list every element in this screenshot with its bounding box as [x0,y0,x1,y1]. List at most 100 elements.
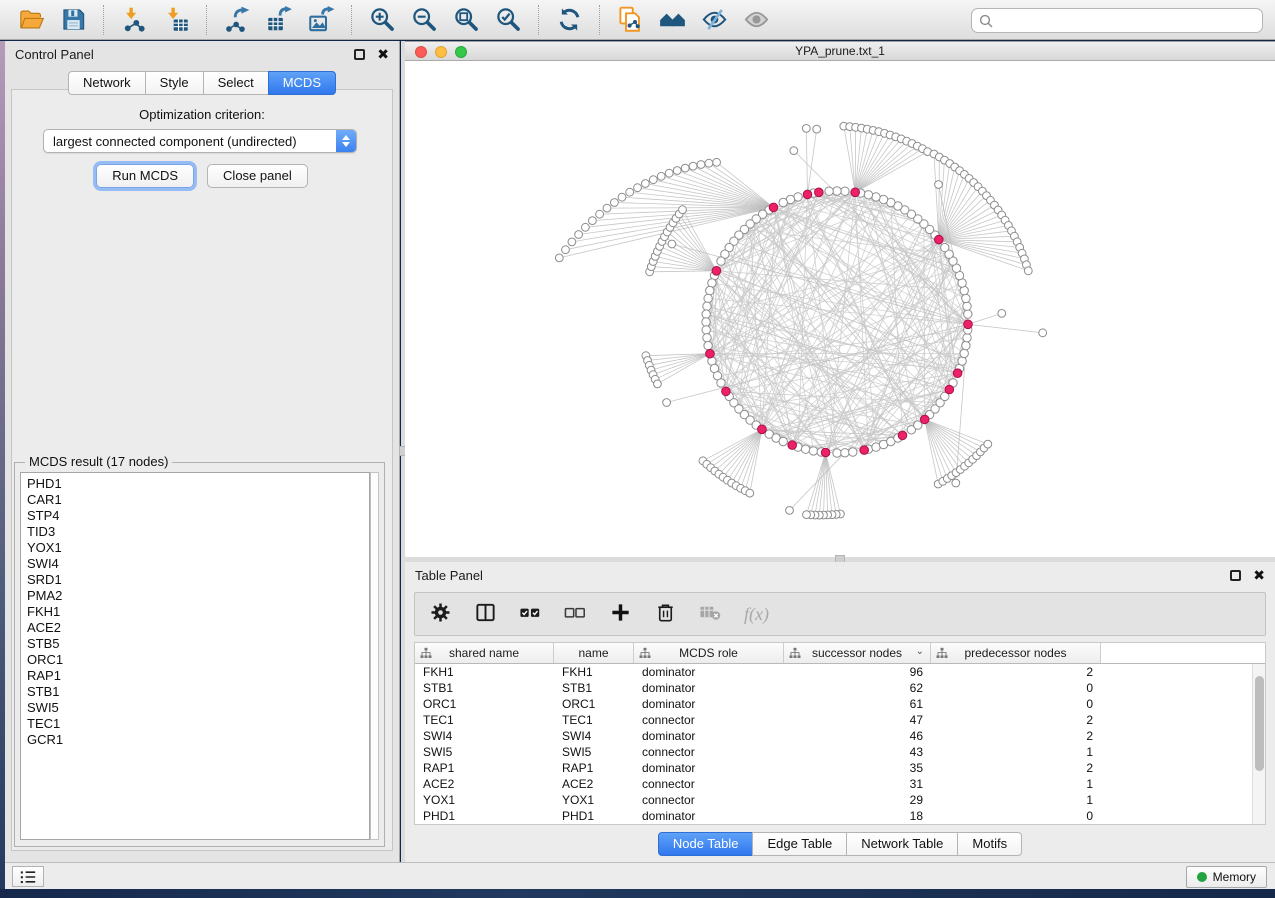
network-canvas[interactable] [405,62,1275,557]
cell-predecessor-nodes[interactable]: 1 [931,792,1101,808]
cell-successor-nodes[interactable]: 18 [784,808,931,824]
cell-successor-nodes[interactable]: 31 [784,776,931,792]
cell-shared-name[interactable]: ACE2 [415,776,554,792]
mcds-result-item[interactable]: SWI4 [27,556,369,572]
export-table-button[interactable] [258,3,300,37]
column-layout-button[interactable] [474,601,497,627]
zoom-selected-button[interactable] [487,3,529,37]
zoom-in-button[interactable] [361,3,403,37]
cell-predecessor-nodes[interactable]: 1 [931,776,1101,792]
search-box[interactable] [971,8,1263,33]
search-input[interactable] [998,13,1255,28]
settings-button[interactable] [429,601,452,627]
cell-shared-name[interactable]: FKH1 [415,664,554,680]
criterion-select[interactable]: largest connected component (undirected) [43,129,357,153]
close-window-icon[interactable] [415,46,427,58]
mcds-result-item[interactable]: YOX1 [27,540,369,556]
cell-name[interactable]: ORC1 [554,696,634,712]
mcds-result-item[interactable]: CAR1 [27,492,369,508]
task-history-button[interactable] [12,866,44,887]
cell-predecessor-nodes[interactable]: 0 [931,696,1101,712]
table-row[interactable]: RAP1RAP1dominator352 [415,760,1265,776]
table-row[interactable]: FKH1FKH1dominator962 [415,664,1265,680]
cell-mcds-role[interactable]: dominator [634,680,784,696]
cell-name[interactable]: TEC1 [554,712,634,728]
import-table-button[interactable] [155,3,197,37]
first-neighbors-button[interactable] [651,3,693,37]
table-row[interactable]: ORC1ORC1dominator610 [415,696,1265,712]
mcds-result-item[interactable]: TID3 [27,524,369,540]
minimize-window-icon[interactable] [435,46,447,58]
cell-predecessor-nodes[interactable]: 2 [931,712,1101,728]
cell-shared-name[interactable]: SWI4 [415,728,554,744]
cell-successor-nodes[interactable]: 29 [784,792,931,808]
table-row[interactable]: ACE2ACE2connector311 [415,776,1265,792]
cell-predecessor-nodes[interactable]: 2 [931,664,1101,680]
deselect-all-button[interactable] [564,601,587,627]
cell-mcds-role[interactable]: dominator [634,664,784,680]
mcds-result-item[interactable]: SWI5 [27,700,369,716]
table-row[interactable]: TEC1TEC1connector472 [415,712,1265,728]
cell-successor-nodes[interactable]: 62 [784,680,931,696]
mcds-result-item[interactable]: PMA2 [27,588,369,604]
cell-predecessor-nodes[interactable]: 0 [931,680,1101,696]
mcds-result-item[interactable]: RAP1 [27,668,369,684]
tab-select[interactable]: Select [203,71,269,95]
cell-successor-nodes[interactable]: 61 [784,696,931,712]
column-header-predecessor-nodes[interactable]: predecessor nodes [931,643,1101,663]
tab-edge-table[interactable]: Edge Table [752,832,847,856]
run-mcds-button[interactable]: Run MCDS [96,164,194,188]
float-panel-icon[interactable] [354,49,365,60]
zoom-fit-button[interactable] [445,3,487,37]
cell-predecessor-nodes[interactable]: 0 [931,808,1101,824]
column-header-name[interactable]: name [554,643,634,663]
cell-name[interactable]: SWI4 [554,728,634,744]
mcds-result-item[interactable]: STP4 [27,508,369,524]
mcds-result-item[interactable]: PHD1 [27,476,369,492]
cell-predecessor-nodes[interactable]: 2 [931,728,1101,744]
mcds-result-item[interactable]: SRD1 [27,572,369,588]
table-scrollbar-thumb[interactable] [1255,676,1264,771]
cell-mcds-role[interactable]: dominator [634,696,784,712]
cell-shared-name[interactable]: SWI5 [415,744,554,760]
export-network-button[interactable] [216,3,258,37]
float-table-panel-icon[interactable] [1230,570,1241,581]
add-column-button[interactable] [609,601,632,627]
mcds-result-item[interactable]: TEC1 [27,716,369,732]
column-header-successor-nodes[interactable]: successor nodes⌄ [784,643,931,663]
cell-name[interactable]: ACE2 [554,776,634,792]
cell-successor-nodes[interactable]: 35 [784,760,931,776]
mcds-result-list[interactable]: PHD1CAR1STP4TID3YOX1SWI4SRD1PMA2FKH1ACE2… [20,472,370,840]
close-panel-icon[interactable]: ✖ [377,47,389,61]
tab-motifs[interactable]: Motifs [957,832,1022,856]
table-row[interactable]: YOX1YOX1connector291 [415,792,1265,808]
cell-predecessor-nodes[interactable]: 2 [931,760,1101,776]
cell-name[interactable]: YOX1 [554,792,634,808]
tab-style[interactable]: Style [145,71,204,95]
cell-shared-name[interactable]: STB1 [415,680,554,696]
mcds-result-item[interactable]: GCR1 [27,732,369,748]
cell-successor-nodes[interactable]: 46 [784,728,931,744]
cell-shared-name[interactable]: YOX1 [415,792,554,808]
cell-name[interactable]: FKH1 [554,664,634,680]
table-row[interactable]: SWI5SWI5connector431 [415,744,1265,760]
hide-selected-button[interactable] [693,3,735,37]
table-row[interactable]: STB1STB1dominator620 [415,680,1265,696]
cell-shared-name[interactable]: TEC1 [415,712,554,728]
cell-mcds-role[interactable]: dominator [634,728,784,744]
save-session-button[interactable] [52,3,94,37]
tab-network[interactable]: Network [68,71,146,95]
cell-mcds-role[interactable]: dominator [634,808,784,824]
refresh-network-button[interactable] [548,3,590,37]
cell-mcds-role[interactable]: connector [634,776,784,792]
cell-name[interactable]: PHD1 [554,808,634,824]
cell-mcds-role[interactable]: connector [634,712,784,728]
cell-successor-nodes[interactable]: 96 [784,664,931,680]
cell-name[interactable]: SWI5 [554,744,634,760]
show-all-button[interactable] [735,3,777,37]
cell-shared-name[interactable]: PHD1 [415,808,554,824]
cell-shared-name[interactable]: ORC1 [415,696,554,712]
open-file-button[interactable] [10,3,52,37]
cell-mcds-role[interactable]: connector [634,792,784,808]
zoom-window-icon[interactable] [455,46,467,58]
